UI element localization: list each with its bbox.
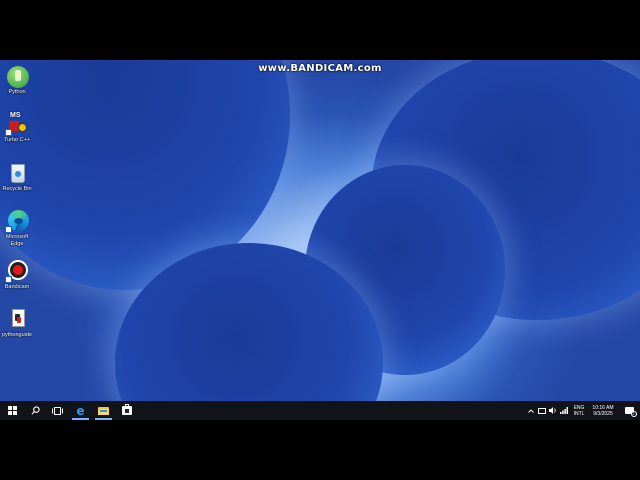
desktop-icon-label: pythonguide: [2, 332, 32, 338]
network-icon[interactable]: [559, 401, 569, 420]
desktop-icon-pythonguide[interactable]: pythonguide: [0, 307, 34, 339]
notification-count: 2: [630, 411, 637, 417]
action-center-button[interactable]: 2: [621, 401, 637, 420]
taskbar: e ENG INTL 10:16 AM 9/3/2025 2: [0, 401, 640, 420]
show-hidden-icons-chevron-up-icon[interactable]: [526, 401, 536, 420]
taskbar-edge-button[interactable]: e: [70, 401, 91, 420]
search-icon[interactable]: [25, 401, 45, 420]
desktop-icon-recycle-bin[interactable]: Recycle Bin: [0, 161, 34, 193]
edge-icon: [5, 209, 29, 233]
turbo-cpp-icon: MS: [5, 112, 29, 136]
volume-icon[interactable]: [548, 401, 558, 420]
desktop-icon-python[interactable]: Python: [0, 64, 34, 96]
battery-icon[interactable]: [537, 401, 547, 420]
desktop-icon-label: Bandicam: [4, 284, 30, 290]
document-icon: [5, 307, 29, 331]
clock-date: 9/3/2025: [593, 410, 613, 417]
desktop-icon-label: Python: [8, 89, 26, 95]
desktop[interactable]: www.BANDICAM.com Python MS Turbo C++ Rec…: [0, 60, 640, 420]
python-icon: [5, 64, 29, 88]
bandicam-watermark: www.BANDICAM.com: [258, 63, 382, 74]
desktop-icon-label: Recycle Bin: [2, 186, 32, 192]
desktop-icon-bandicam[interactable]: Bandicam: [0, 259, 34, 291]
desktop-icon-turbo-cpp[interactable]: MS Turbo C++: [0, 112, 34, 144]
recycle-bin-icon: [5, 161, 29, 185]
notification-icon: 2: [624, 407, 637, 417]
windows-start-icon[interactable]: [2, 401, 22, 420]
taskbar-file-explorer-button[interactable]: [93, 401, 114, 420]
bandicam-icon: [5, 259, 29, 283]
file-explorer-icon: [98, 406, 109, 415]
task-view-icon[interactable]: [47, 401, 67, 420]
store-icon: [121, 404, 132, 415]
desktop-icon-label: Turbo C++: [3, 137, 31, 143]
turbo-cpp-badge: MS: [10, 112, 21, 119]
edge-icon: e: [76, 403, 85, 418]
desktop-icon-label: Microsoft Edge: [5, 234, 29, 247]
keyboard-layout: INTL: [573, 410, 585, 417]
input-language-indicator[interactable]: ENG INTL: [570, 401, 588, 420]
desktop-icon-microsoft-edge[interactable]: Microsoft Edge: [0, 209, 34, 248]
clock[interactable]: 10:16 AM 9/3/2025: [588, 401, 618, 420]
taskbar-store-button[interactable]: [116, 401, 137, 420]
